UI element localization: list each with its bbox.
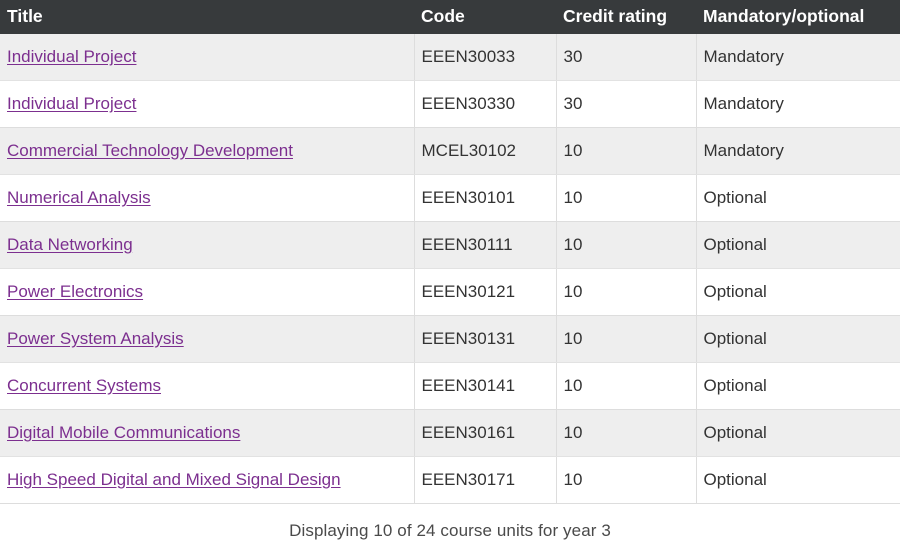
cell-code: EEEN30121: [414, 268, 557, 316]
cell-code: EEEN30131: [414, 315, 557, 363]
course-unit-link[interactable]: Digital Mobile Communications: [7, 423, 240, 442]
cell-credit-rating: 10: [556, 456, 697, 504]
cell-title: High Speed Digital and Mixed Signal Desi…: [0, 456, 415, 504]
cell-code: EEEN30141: [414, 362, 557, 410]
cell-credit-rating: 30: [556, 80, 697, 128]
table-header-row: Title Code Credit rating Mandatory/optio…: [0, 0, 900, 34]
course-unit-link[interactable]: Concurrent Systems: [7, 376, 161, 395]
cell-code: EEEN30033: [414, 34, 557, 81]
cell-title: Digital Mobile Communications: [0, 409, 415, 457]
cell-title: Power Electronics: [0, 268, 415, 316]
table-row: Data Networking EEEN30111 10 Optional: [0, 221, 900, 269]
cell-credit-rating: 10: [556, 221, 697, 269]
table-row: Commercial Technology Development MCEL301…: [0, 127, 900, 175]
course-unit-link[interactable]: Commercial Technology Development: [7, 141, 293, 160]
cell-title: Data Networking: [0, 221, 415, 269]
cell-mandatory-optional: Mandatory: [696, 34, 900, 81]
course-unit-link[interactable]: High Speed Digital and Mixed Signal Desi…: [7, 470, 341, 489]
course-units-table-container: Title Code Credit rating Mandatory/optio…: [0, 0, 900, 504]
cell-title: Individual Project: [0, 80, 415, 128]
cell-mandatory-optional: Optional: [696, 456, 900, 504]
cell-title: Concurrent Systems: [0, 362, 415, 410]
cell-credit-rating: 10: [556, 362, 697, 410]
cell-title: Commercial Technology Development: [0, 127, 415, 175]
cell-code: EEEN30330: [414, 80, 557, 128]
column-header-credit-rating[interactable]: Credit rating: [556, 0, 696, 34]
course-unit-link[interactable]: Individual Project: [7, 94, 136, 113]
course-unit-link[interactable]: Power Electronics: [7, 282, 143, 301]
course-units-table: Title Code Credit rating Mandatory/optio…: [0, 0, 900, 504]
cell-code: EEEN30101: [414, 174, 557, 222]
cell-credit-rating: 30: [556, 34, 697, 81]
cell-mandatory-optional: Optional: [696, 315, 900, 363]
cell-credit-rating: 10: [556, 127, 697, 175]
cell-code: MCEL30102: [414, 127, 557, 175]
table-row: Power Electronics EEEN30121 10 Optional: [0, 268, 900, 316]
cell-mandatory-optional: Optional: [696, 268, 900, 316]
column-header-code[interactable]: Code: [414, 0, 556, 34]
cell-credit-rating: 10: [556, 174, 697, 222]
cell-title: Numerical Analysis: [0, 174, 415, 222]
cell-credit-rating: 10: [556, 409, 697, 457]
table-row: Numerical Analysis EEEN30101 10 Optional: [0, 174, 900, 222]
cell-code: EEEN30171: [414, 456, 557, 504]
cell-code: EEEN30111: [414, 221, 557, 269]
cell-title: Individual Project: [0, 34, 415, 81]
table-row: Individual Project EEEN30330 30 Mandatory: [0, 80, 900, 128]
column-header-title[interactable]: Title: [0, 0, 414, 34]
cell-mandatory-optional: Optional: [696, 362, 900, 410]
cell-mandatory-optional: Optional: [696, 221, 900, 269]
course-unit-link[interactable]: Individual Project: [7, 47, 136, 66]
table-row: Individual Project EEEN30033 30 Mandatory: [0, 34, 900, 81]
table-row: Power System Analysis EEEN30131 10 Optional: [0, 315, 900, 363]
course-unit-link[interactable]: Data Networking: [7, 235, 133, 254]
course-unit-link[interactable]: Power System Analysis: [7, 329, 184, 348]
cell-mandatory-optional: Mandatory: [696, 80, 900, 128]
cell-title: Power System Analysis: [0, 315, 415, 363]
cell-mandatory-optional: Mandatory: [696, 127, 900, 175]
cell-credit-rating: 10: [556, 268, 697, 316]
cell-mandatory-optional: Optional: [696, 174, 900, 222]
table-body: Individual Project EEEN30033 30 Mandatory In…: [0, 34, 900, 504]
cell-mandatory-optional: Optional: [696, 409, 900, 457]
table-row: Digital Mobile Communications EEEN30161 10…: [0, 409, 900, 457]
cell-credit-rating: 10: [556, 315, 697, 363]
cell-code: EEEN30161: [414, 409, 557, 457]
table-row: High Speed Digital and Mixed Signal Desi…: [0, 456, 900, 504]
column-header-mandatory-optional[interactable]: Mandatory/optional: [696, 0, 900, 34]
course-unit-link[interactable]: Numerical Analysis: [7, 188, 151, 207]
table-header: Title Code Credit rating Mandatory/optio…: [0, 0, 900, 34]
table-row: Concurrent Systems EEEN30141 10 Optional: [0, 362, 900, 410]
table-caption: Displaying 10 of 24 course units for yea…: [289, 521, 611, 540]
